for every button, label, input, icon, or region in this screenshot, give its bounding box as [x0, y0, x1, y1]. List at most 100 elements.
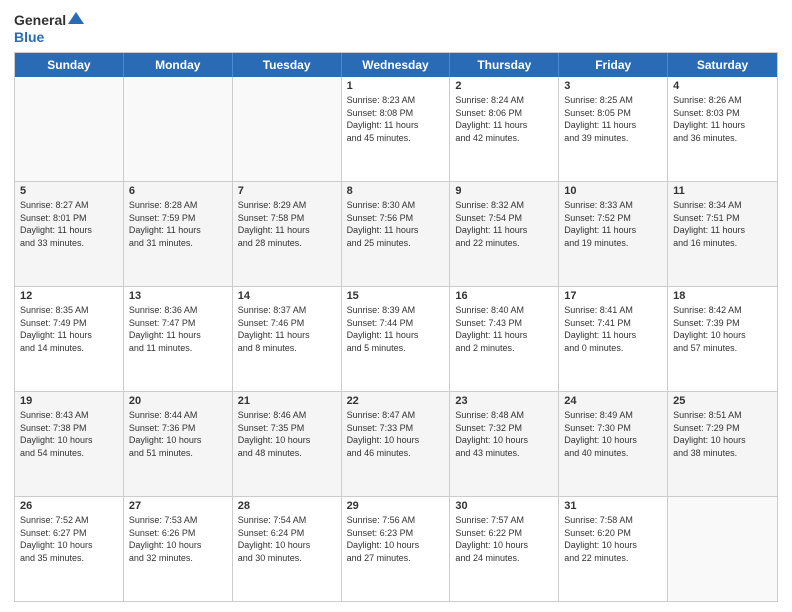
cell-daylight-info: Sunrise: 8:23 AM Sunset: 8:08 PM Dayligh…	[347, 94, 445, 144]
calendar-header: SundayMondayTuesdayWednesdayThursdayFrid…	[15, 53, 777, 77]
day-number: 22	[347, 395, 445, 407]
cell-daylight-info: Sunrise: 8:28 AM Sunset: 7:59 PM Dayligh…	[129, 199, 227, 249]
cell-daylight-info: Sunrise: 8:35 AM Sunset: 7:49 PM Dayligh…	[20, 304, 118, 354]
day-number: 18	[673, 290, 772, 302]
cell-daylight-info: Sunrise: 8:37 AM Sunset: 7:46 PM Dayligh…	[238, 304, 336, 354]
cell-daylight-info: Sunrise: 8:39 AM Sunset: 7:44 PM Dayligh…	[347, 304, 445, 354]
day-number: 24	[564, 395, 662, 407]
cal-cell-r1-c3: 8 Sunrise: 8:30 AM Sunset: 7:56 PM Daylig…	[342, 182, 451, 286]
logo: General Blue	[14, 10, 84, 46]
cal-cell-r0-c3: 1 Sunrise: 8:23 AM Sunset: 8:08 PM Daylig…	[342, 77, 451, 181]
day-number: 5	[20, 185, 118, 197]
cell-daylight-info: Sunrise: 7:57 AM Sunset: 6:22 PM Dayligh…	[455, 514, 553, 564]
cell-daylight-info: Sunrise: 8:34 AM Sunset: 7:51 PM Dayligh…	[673, 199, 772, 249]
day-number: 25	[673, 395, 772, 407]
svg-text:General: General	[14, 12, 66, 28]
cal-cell-r3-c6: 25 Sunrise: 8:51 AM Sunset: 7:29 PM Dayli…	[668, 392, 777, 496]
cal-cell-r0-c0	[15, 77, 124, 181]
svg-text:Blue: Blue	[14, 29, 45, 45]
cell-daylight-info: Sunrise: 8:30 AM Sunset: 7:56 PM Dayligh…	[347, 199, 445, 249]
day-number: 28	[238, 500, 336, 512]
day-number: 9	[455, 185, 553, 197]
day-number: 15	[347, 290, 445, 302]
cal-cell-r3-c3: 22 Sunrise: 8:47 AM Sunset: 7:33 PM Dayli…	[342, 392, 451, 496]
cell-daylight-info: Sunrise: 8:29 AM Sunset: 7:58 PM Dayligh…	[238, 199, 336, 249]
cal-cell-r2-c2: 14Sunrise: 8:37 AM Sunset: 7:46 PM Dayli…	[233, 287, 342, 391]
calendar: SundayMondayTuesdayWednesdayThursdayFrid…	[14, 52, 778, 602]
cell-daylight-info: Sunrise: 7:58 AM Sunset: 6:20 PM Dayligh…	[564, 514, 662, 564]
calendar-body: 1 Sunrise: 8:23 AM Sunset: 8:08 PM Daylig…	[15, 77, 777, 601]
cal-cell-r3-c4: 23 Sunrise: 8:48 AM Sunset: 7:32 PM Dayli…	[450, 392, 559, 496]
cal-cell-r2-c1: 13 Sunrise: 8:36 AM Sunset: 7:47 PM Dayli…	[124, 287, 233, 391]
cal-cell-r0-c1	[124, 77, 233, 181]
cal-cell-r1-c4: 9 Sunrise: 8:32 AM Sunset: 7:54 PM Daylig…	[450, 182, 559, 286]
day-number: 10	[564, 185, 662, 197]
weekday-header-saturday: Saturday	[668, 53, 777, 77]
day-number: 21	[238, 395, 336, 407]
cal-cell-r0-c5: 3Sunrise: 8:25 AM Sunset: 8:05 PM Daylig…	[559, 77, 668, 181]
cell-daylight-info: Sunrise: 8:44 AM Sunset: 7:36 PM Dayligh…	[129, 409, 227, 459]
weekday-header-tuesday: Tuesday	[233, 53, 342, 77]
day-number: 26	[20, 500, 118, 512]
calendar-row-4: 19 Sunrise: 8:43 AM Sunset: 7:38 PM Dayli…	[15, 392, 777, 497]
day-number: 11	[673, 185, 772, 197]
day-number: 31	[564, 500, 662, 512]
cell-daylight-info: Sunrise: 8:49 AM Sunset: 7:30 PM Dayligh…	[564, 409, 662, 459]
day-number: 13	[129, 290, 227, 302]
cal-cell-r1-c5: 10 Sunrise: 8:33 AM Sunset: 7:52 PM Dayli…	[559, 182, 668, 286]
cell-daylight-info: Sunrise: 8:47 AM Sunset: 7:33 PM Dayligh…	[347, 409, 445, 459]
cal-cell-r4-c1: 27 Sunrise: 7:53 AM Sunset: 6:26 PM Dayli…	[124, 497, 233, 601]
day-number: 8	[347, 185, 445, 197]
cal-cell-r2-c5: 17 Sunrise: 8:41 AM Sunset: 7:41 PM Dayli…	[559, 287, 668, 391]
cell-daylight-info: Sunrise: 7:56 AM Sunset: 6:23 PM Dayligh…	[347, 514, 445, 564]
day-number: 4	[673, 80, 772, 92]
calendar-row-5: 26 Sunrise: 7:52 AM Sunset: 6:27 PM Dayli…	[15, 497, 777, 601]
cal-cell-r4-c4: 30Sunrise: 7:57 AM Sunset: 6:22 PM Dayli…	[450, 497, 559, 601]
day-number: 7	[238, 185, 336, 197]
cell-daylight-info: Sunrise: 8:46 AM Sunset: 7:35 PM Dayligh…	[238, 409, 336, 459]
cal-cell-r4-c6	[668, 497, 777, 601]
cell-daylight-info: Sunrise: 8:51 AM Sunset: 7:29 PM Dayligh…	[673, 409, 772, 459]
weekday-header-monday: Monday	[124, 53, 233, 77]
cell-daylight-info: Sunrise: 7:52 AM Sunset: 6:27 PM Dayligh…	[20, 514, 118, 564]
cal-cell-r2-c0: 12 Sunrise: 8:35 AM Sunset: 7:49 PM Dayli…	[15, 287, 124, 391]
cell-daylight-info: Sunrise: 8:32 AM Sunset: 7:54 PM Dayligh…	[455, 199, 553, 249]
cal-cell-r0-c4: 2Sunrise: 8:24 AM Sunset: 8:06 PM Daylig…	[450, 77, 559, 181]
cell-daylight-info: Sunrise: 8:41 AM Sunset: 7:41 PM Dayligh…	[564, 304, 662, 354]
calendar-row-3: 12 Sunrise: 8:35 AM Sunset: 7:49 PM Dayli…	[15, 287, 777, 392]
cal-cell-r3-c2: 21 Sunrise: 8:46 AM Sunset: 7:35 PM Dayli…	[233, 392, 342, 496]
day-number: 27	[129, 500, 227, 512]
day-number: 17	[564, 290, 662, 302]
cell-daylight-info: Sunrise: 7:53 AM Sunset: 6:26 PM Dayligh…	[129, 514, 227, 564]
calendar-row-2: 5Sunrise: 8:27 AM Sunset: 8:01 PM Daylig…	[15, 182, 777, 287]
day-number: 19	[20, 395, 118, 407]
day-number: 12	[20, 290, 118, 302]
day-number: 1	[347, 80, 445, 92]
cal-cell-r3-c0: 19 Sunrise: 8:43 AM Sunset: 7:38 PM Dayli…	[15, 392, 124, 496]
cal-cell-r3-c1: 20 Sunrise: 8:44 AM Sunset: 7:36 PM Dayli…	[124, 392, 233, 496]
cal-cell-r4-c3: 29 Sunrise: 7:56 AM Sunset: 6:23 PM Dayli…	[342, 497, 451, 601]
day-number: 23	[455, 395, 553, 407]
cal-cell-r1-c1: 6Sunrise: 8:28 AM Sunset: 7:59 PM Daylig…	[124, 182, 233, 286]
cal-cell-r2-c6: 18Sunrise: 8:42 AM Sunset: 7:39 PM Dayli…	[668, 287, 777, 391]
cell-daylight-info: Sunrise: 8:40 AM Sunset: 7:43 PM Dayligh…	[455, 304, 553, 354]
weekday-header-thursday: Thursday	[450, 53, 559, 77]
cell-daylight-info: Sunrise: 8:36 AM Sunset: 7:47 PM Dayligh…	[129, 304, 227, 354]
cal-cell-r1-c0: 5Sunrise: 8:27 AM Sunset: 8:01 PM Daylig…	[15, 182, 124, 286]
day-number: 29	[347, 500, 445, 512]
cal-cell-r0-c6: 4Sunrise: 8:26 AM Sunset: 8:03 PM Daylig…	[668, 77, 777, 181]
cell-daylight-info: Sunrise: 8:33 AM Sunset: 7:52 PM Dayligh…	[564, 199, 662, 249]
cal-cell-r4-c2: 28Sunrise: 7:54 AM Sunset: 6:24 PM Dayli…	[233, 497, 342, 601]
cal-cell-r1-c6: 11 Sunrise: 8:34 AM Sunset: 7:51 PM Dayli…	[668, 182, 777, 286]
cell-daylight-info: Sunrise: 8:48 AM Sunset: 7:32 PM Dayligh…	[455, 409, 553, 459]
cell-daylight-info: Sunrise: 8:25 AM Sunset: 8:05 PM Dayligh…	[564, 94, 662, 144]
cal-cell-r4-c5: 31 Sunrise: 7:58 AM Sunset: 6:20 PM Dayli…	[559, 497, 668, 601]
cell-daylight-info: Sunrise: 8:24 AM Sunset: 8:06 PM Dayligh…	[455, 94, 553, 144]
weekday-header-wednesday: Wednesday	[342, 53, 451, 77]
cell-daylight-info: Sunrise: 8:43 AM Sunset: 7:38 PM Dayligh…	[20, 409, 118, 459]
cal-cell-r2-c4: 16 Sunrise: 8:40 AM Sunset: 7:43 PM Dayli…	[450, 287, 559, 391]
cal-cell-r1-c2: 7 Sunrise: 8:29 AM Sunset: 7:58 PM Daylig…	[233, 182, 342, 286]
day-number: 20	[129, 395, 227, 407]
weekday-header-friday: Friday	[559, 53, 668, 77]
day-number: 16	[455, 290, 553, 302]
